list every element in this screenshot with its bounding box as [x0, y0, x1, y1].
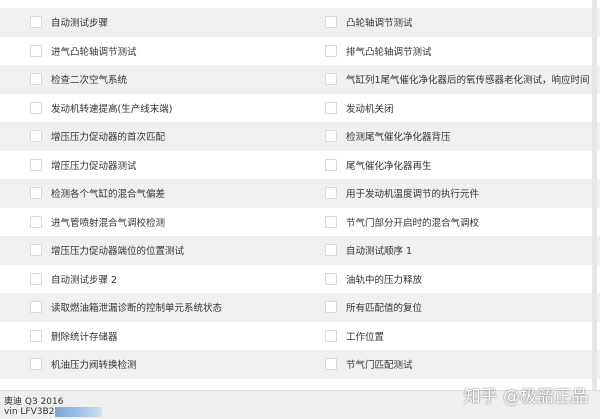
checkbox[interactable] [30, 44, 42, 57]
list-row: 检测各个气缸的混合气偏差 用于发动机温度调节的执行元件 [0, 179, 600, 208]
function-item-left[interactable]: 检测各个气缸的混合气偏差 [30, 179, 315, 208]
list-row: 增压压力促动器的首次匹配 检测尾气催化净化器背压 [0, 122, 600, 151]
checkbox[interactable] [325, 101, 337, 114]
checkbox[interactable] [325, 215, 337, 228]
checkbox[interactable] [325, 130, 337, 143]
checkbox[interactable] [325, 301, 337, 314]
checkbox[interactable] [325, 244, 337, 257]
checkbox[interactable] [325, 187, 337, 200]
function-label: 排气凸轮轴调节测试 [346, 46, 432, 58]
checkbox[interactable] [30, 215, 42, 228]
vin-label: vin LFV3B2 [4, 407, 55, 417]
checkbox[interactable] [30, 272, 42, 285]
function-item-left[interactable]: 进气凸轮轴调节测试 [30, 37, 315, 66]
function-label: 删除统计存储器 [51, 331, 118, 343]
function-label: 工作位置 [346, 331, 385, 343]
checkbox[interactable] [30, 130, 42, 143]
function-item-left[interactable]: 检查二次空气系统 [30, 65, 315, 94]
function-label: 进气管喷射混合气调校检测 [51, 217, 166, 229]
list-row: 读取燃油箱泄漏诊断的控制单元系统状态 所有匹配值的复位 [0, 293, 600, 322]
function-item-right[interactable]: 排气凸轮轴调节测试 [325, 37, 600, 66]
scrollbar[interactable] [592, 0, 597, 390]
list-row: 进气凸轮轴调节测试 排气凸轮轴调节测试 [0, 37, 600, 66]
function-item-left[interactable]: 删除统计存储器 [30, 322, 315, 351]
vin-redaction-mask [55, 407, 103, 417]
list-row: 进气管喷射混合气调校检测 节气门部分开启时的混合气调校 [0, 208, 600, 237]
function-item-left[interactable]: 发动机转速提高(生产线末端) [30, 94, 315, 123]
function-label: 所有匹配值的复位 [346, 303, 423, 315]
checkbox[interactable] [325, 16, 337, 29]
function-label: 增压压力促动器测试 [51, 160, 137, 172]
function-label: 自动测试顺序 1 [346, 246, 413, 258]
checkbox[interactable] [325, 44, 337, 57]
checkbox[interactable] [30, 187, 42, 200]
function-item-left[interactable]: 进气管喷射混合气调校检测 [30, 208, 315, 237]
watermark: 知乎 @极韶正品 [463, 387, 588, 407]
checkbox[interactable] [30, 16, 42, 29]
function-item-left[interactable]: 自动测试步骤 [30, 8, 315, 37]
function-label: 气缸列1尾气催化净化器后的氧传感器老化测试，响应时间 [346, 75, 590, 87]
checkbox[interactable] [30, 329, 42, 342]
checkbox[interactable] [30, 73, 42, 86]
function-item-left[interactable]: 增压压力促动器测试 [30, 151, 315, 180]
checkbox[interactable] [325, 158, 337, 171]
list-row: 自动测试步骤 凸轮轴调节测试 [0, 8, 600, 37]
function-list: 自动测试步骤 凸轮轴调节测试进气凸轮轴调节测试 排气凸轮轴调节测试检查二次空气系统 气… [0, 0, 600, 379]
function-item-right[interactable]: 检测尾气催化净化器背压 [325, 122, 600, 151]
function-label: 自动测试步骤 2 [51, 274, 118, 286]
car-model-label: 奥迪 Q3 2016 [4, 397, 64, 407]
function-item-right[interactable]: 凸轮轴调节测试 [325, 8, 600, 37]
function-label: 检测各个气缸的混合气偏差 [51, 189, 166, 201]
checkbox[interactable] [325, 329, 337, 342]
checkbox[interactable] [325, 73, 337, 86]
list-row: 自动测试步骤 2 油轨中的压力释放 [0, 265, 600, 294]
function-item-left[interactable]: 增压压力促动器端位的位置测试 [30, 236, 315, 265]
function-item-right[interactable]: 节气门匹配测试 [325, 350, 600, 379]
function-item-right[interactable]: 油轨中的压力释放 [325, 265, 600, 294]
function-label: 增压压力促动器的首次匹配 [51, 132, 166, 144]
list-row: 机油压力阀转换检测 节气门匹配测试 [0, 350, 600, 379]
function-item-right[interactable]: 自动测试顺序 1 [325, 236, 600, 265]
list-row: 增压压力促动器端位的位置测试 自动测试顺序 1 [0, 236, 600, 265]
function-item-right[interactable]: 工作位置 [325, 322, 600, 351]
list-row: 增压压力促动器测试 尾气催化净化器再生 [0, 151, 600, 180]
function-label: 检查二次空气系统 [51, 75, 128, 87]
checkbox[interactable] [30, 101, 42, 114]
function-label: 读取燃油箱泄漏诊断的控制单元系统状态 [51, 303, 223, 315]
function-label: 机油压力阀转换检测 [51, 360, 137, 372]
function-label: 自动测试步骤 [51, 18, 109, 30]
function-label: 节气门匹配测试 [346, 360, 413, 372]
checkbox[interactable] [30, 358, 42, 371]
function-label: 发动机转速提高(生产线末端) [51, 103, 173, 115]
function-item-left[interactable]: 读取燃油箱泄漏诊断的控制单元系统状态 [30, 293, 315, 322]
function-item-left[interactable]: 自动测试步骤 2 [30, 265, 315, 294]
function-label: 凸轮轴调节测试 [346, 18, 413, 30]
function-item-right[interactable]: 发动机关闭 [325, 94, 600, 123]
function-label: 油轨中的压力释放 [346, 274, 423, 286]
function-item-left[interactable]: 机油压力阀转换检测 [30, 350, 315, 379]
function-item-right[interactable]: 气缸列1尾气催化净化器后的氧传感器老化测试，响应时间 [325, 65, 600, 94]
checkbox[interactable] [30, 158, 42, 171]
list-row: 检查二次空气系统 气缸列1尾气催化净化器后的氧传感器老化测试，响应时间 [0, 65, 600, 94]
checkbox[interactable] [325, 272, 337, 285]
checkbox[interactable] [30, 244, 42, 257]
function-item-right[interactable]: 用于发动机温度调节的执行元件 [325, 179, 600, 208]
function-label: 尾气催化净化器再生 [346, 160, 432, 172]
function-label: 进气凸轮轴调节测试 [51, 46, 137, 58]
function-label: 发动机关闭 [346, 103, 394, 115]
function-label: 节气门部分开启时的混合气调校 [346, 217, 480, 229]
function-item-right[interactable]: 尾气催化净化器再生 [325, 151, 600, 180]
function-item-right[interactable]: 节气门部分开启时的混合气调校 [325, 208, 600, 237]
list-top-edge [0, 0, 600, 8]
function-item-right[interactable]: 所有匹配值的复位 [325, 293, 600, 322]
checkbox[interactable] [325, 358, 337, 371]
function-item-left[interactable]: 增压压力促动器的首次匹配 [30, 122, 315, 151]
checkbox[interactable] [30, 301, 42, 314]
function-label: 用于发动机温度调节的执行元件 [346, 189, 480, 201]
vin-line: vin LFV3B2 [4, 407, 103, 417]
function-label: 增压压力促动器端位的位置测试 [51, 246, 185, 258]
function-label: 检测尾气催化净化器背压 [346, 132, 451, 144]
list-row: 删除统计存储器 工作位置 [0, 322, 600, 351]
list-row: 发动机转速提高(生产线末端) 发动机关闭 [0, 94, 600, 123]
